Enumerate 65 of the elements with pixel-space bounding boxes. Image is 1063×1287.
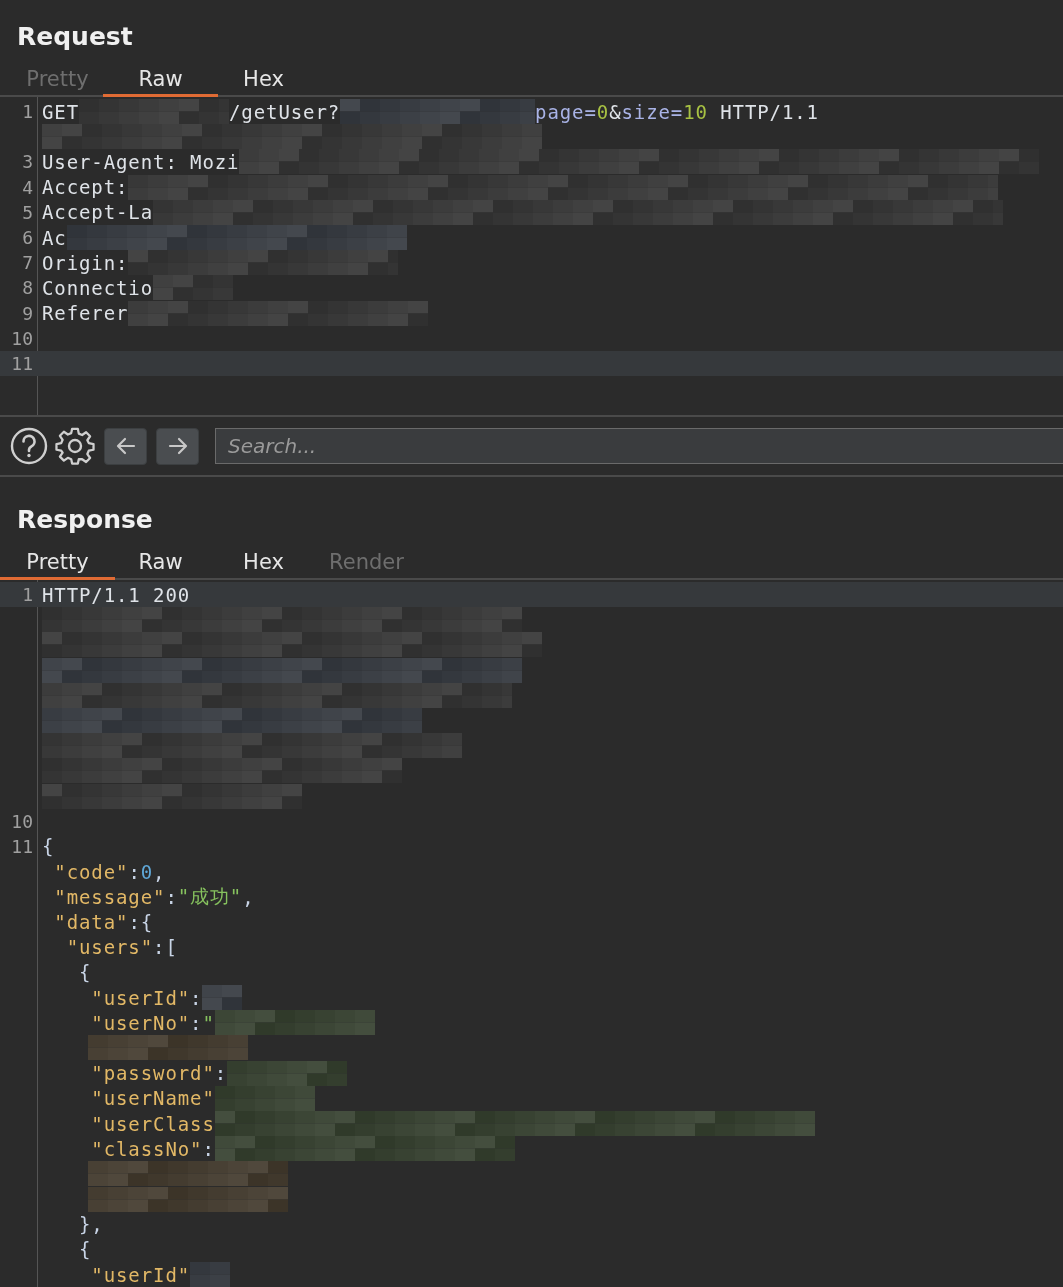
code-text: "classNo"	[90, 1137, 203, 1160]
code-text: {	[42, 835, 55, 858]
line-number: 8	[22, 277, 33, 299]
code-text: Accept-La	[42, 201, 154, 224]
line-number: 3	[22, 151, 33, 173]
line-number: 9	[22, 302, 33, 324]
code-text: Origin:	[42, 251, 129, 274]
forward-button[interactable]	[156, 427, 199, 465]
line-number: 1	[22, 101, 33, 123]
line-number: 10	[11, 327, 33, 349]
code-text: :	[190, 1011, 203, 1034]
code-text: "成功"	[177, 883, 243, 909]
code-text: :	[190, 986, 203, 1009]
code-text: "data"	[53, 911, 129, 934]
code-text: "userId"	[90, 1263, 191, 1286]
code-text: :	[128, 860, 141, 883]
code-text: {	[78, 1238, 92, 1261]
panel-title: Request	[16, 21, 134, 53]
code-text: Connectio	[42, 276, 154, 299]
code-text: "userName"	[90, 1087, 215, 1110]
code-text: :	[214, 1062, 228, 1085]
code-text: "	[202, 1011, 215, 1034]
line-number: 5	[22, 201, 33, 223]
code-text: "message"	[53, 885, 166, 908]
line-number: 7	[22, 252, 33, 274]
code-text: Referer	[42, 302, 129, 325]
code-text: "users"	[65, 936, 154, 959]
code-text: "password"	[90, 1062, 215, 1085]
code-text: HTTP/1.1	[719, 100, 819, 123]
code-text: Accept:	[42, 176, 129, 199]
code-text: GET	[42, 100, 80, 123]
line-number: 1	[22, 584, 33, 606]
redaction-mosaic	[190, 1262, 231, 1287]
code-text: ,	[153, 860, 166, 883]
line-number: 6	[22, 227, 33, 249]
code-text: size=	[621, 100, 684, 123]
search-field[interactable]: Search...	[215, 428, 1063, 464]
code-text: &	[609, 100, 622, 123]
code-text: User-Agent: Mozi	[42, 150, 240, 173]
code-text: },	[78, 1213, 104, 1236]
code-text: :{	[128, 911, 154, 934]
code-text: :[	[153, 936, 178, 959]
line-number: 11	[11, 352, 33, 374]
code-text: "userId"	[90, 986, 191, 1009]
code-text: /getUser?	[229, 100, 341, 123]
code-text: 0	[140, 860, 154, 883]
code-text: "code"	[53, 860, 129, 883]
code-text: "userClass	[90, 1112, 215, 1135]
code-text: :	[165, 885, 178, 908]
panel-title: Response	[16, 504, 154, 536]
code-text: 10	[683, 100, 708, 123]
line-number: 11	[11, 835, 33, 857]
code-text: Ac	[42, 226, 67, 249]
line-number: 4	[22, 176, 33, 198]
code-text: "userNo"	[90, 1011, 191, 1034]
code-text: page=	[535, 100, 597, 123]
code-text: HTTP/1.1 200	[42, 583, 191, 606]
help-icon[interactable]	[9, 426, 49, 466]
code-text: ,	[242, 885, 255, 908]
line-number: 10	[11, 810, 33, 832]
back-button[interactable]	[104, 427, 147, 465]
settings-icon[interactable]	[55, 426, 95, 466]
code-text: {	[78, 961, 92, 984]
code-text: :	[202, 1137, 215, 1160]
code-text: 0	[596, 100, 610, 123]
